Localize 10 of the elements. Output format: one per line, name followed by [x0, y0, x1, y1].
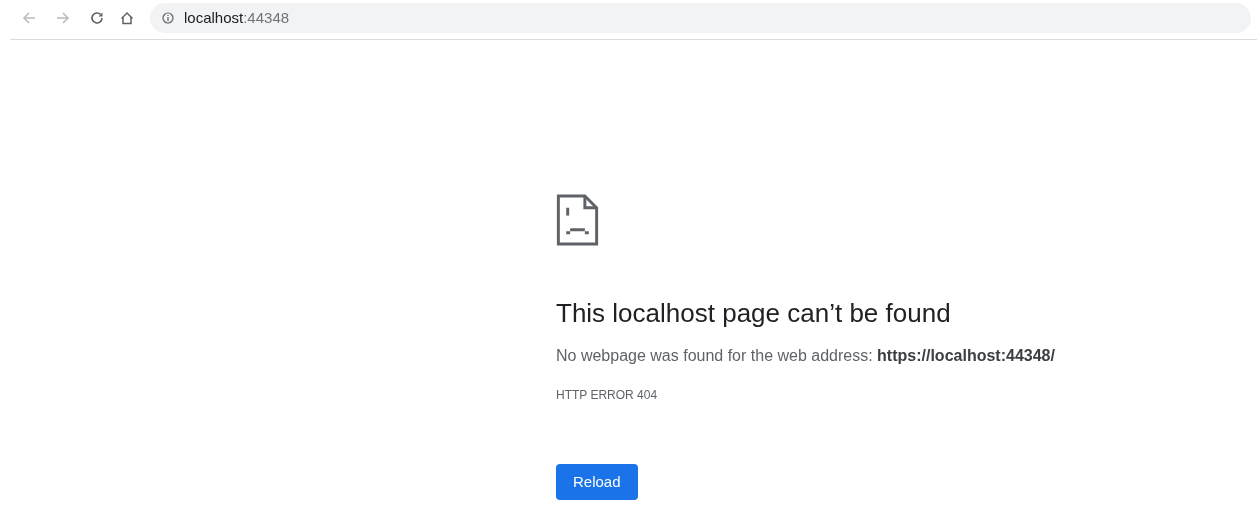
- error-code: HTTP ERROR 404: [556, 387, 659, 404]
- url-text: localhost:44348: [184, 7, 290, 28]
- info-icon: [162, 12, 174, 24]
- sad-page-icon: [556, 194, 599, 246]
- error-title: This localhost page can’t be found: [556, 297, 952, 330]
- home-icon[interactable]: [120, 11, 134, 25]
- reload-icon[interactable]: [90, 11, 104, 25]
- reload-button[interactable]: Reload: [556, 464, 638, 500]
- address-bar[interactable]: localhost:44348: [150, 3, 1251, 33]
- error-message: No webpage was found for the web address: https://localhost:44348/: [556, 346, 1056, 366]
